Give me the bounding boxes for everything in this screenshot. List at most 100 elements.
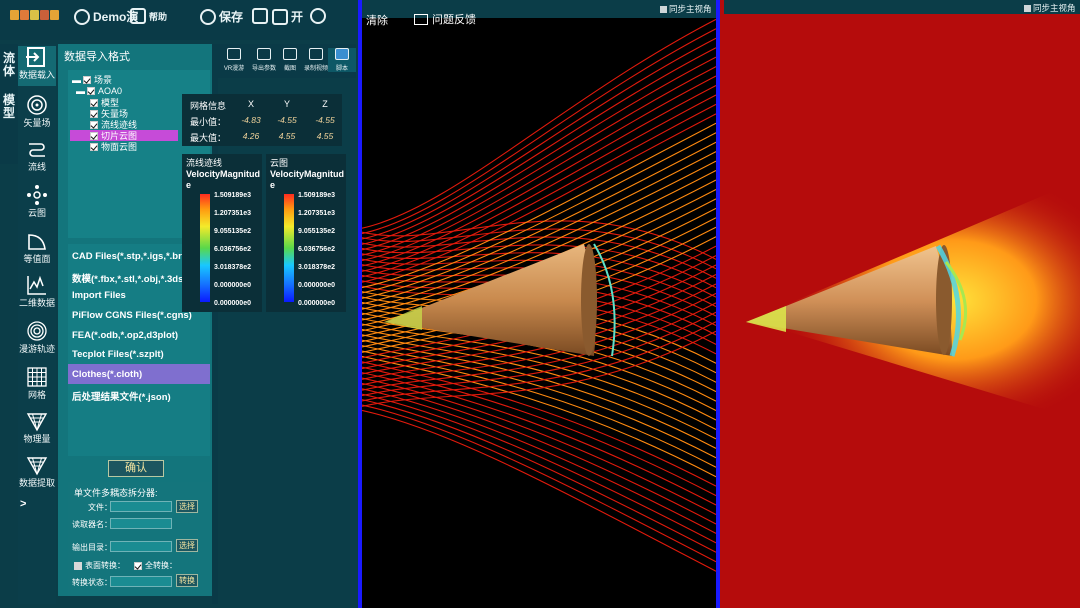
grid-info-title: 网格信息 <box>190 101 227 111</box>
reader-label: 读取器名： <box>72 520 112 529</box>
image-icon <box>283 48 297 60</box>
settings-button[interactable] <box>310 8 326 24</box>
nav-vector-field[interactable]: 矢量场 <box>18 94 56 129</box>
checkbox-icon[interactable] <box>90 98 98 107</box>
nav-isosurface[interactable]: 等值面 <box>18 230 56 265</box>
header-x: X <box>247 99 254 109</box>
extract-icon <box>26 457 48 476</box>
list-item[interactable]: Tecplot Files(*.szplt) <box>68 344 210 364</box>
tool-script[interactable]: 脚本 <box>328 48 356 72</box>
checkbox-empty-icon[interactable] <box>74 561 82 570</box>
video-icon <box>309 48 323 60</box>
legend-variable: VelocityMagnitude <box>186 169 261 190</box>
viewport2-toolbar: 同步主视角 <box>724 0 1080 14</box>
streamline-viewport[interactable] <box>358 0 720 608</box>
checkbox-icon[interactable] <box>87 86 95 95</box>
header-z: Z <box>322 99 328 109</box>
upload-cloud-icon <box>257 48 271 60</box>
list-item[interactable]: FEA(*.odb,*.op2,d3plot) <box>68 325 210 345</box>
cloud-viewport[interactable] <box>720 0 1080 608</box>
checkbox-empty-icon[interactable] <box>1024 4 1031 12</box>
demo-button[interactable]: Demo演 <box>74 8 138 25</box>
legend-value: 1.207351e3 <box>298 210 335 217</box>
tree-item-surface[interactable]: 物面云图 <box>90 141 137 152</box>
tool-record[interactable]: 录制视频 <box>302 48 330 72</box>
legend-variable: VelocityMagnitude <box>270 169 345 190</box>
streamline-render <box>362 18 716 572</box>
nav-cloud[interactable]: 云图 <box>18 184 56 219</box>
nav-data-import[interactable]: 数据载入 <box>18 46 56 86</box>
min-y: -4.55 <box>277 115 297 125</box>
convert-button[interactable]: 转换 <box>176 574 198 587</box>
tool-strip: VR漫游 导出参数 截图 录制视频 脚本 <box>218 44 356 78</box>
legend-title: 流线迹线 <box>186 158 223 168</box>
sync-view-toggle[interactable]: 同步主视角 <box>660 3 712 15</box>
file-input[interactable] <box>110 501 172 512</box>
checkbox-icon[interactable] <box>90 131 98 140</box>
full-option[interactable]: 全转换： <box>134 560 177 571</box>
nav-2d-data[interactable]: 二维数据 <box>18 274 56 309</box>
legend-value: 9.055135e2 <box>214 228 251 235</box>
tool-export[interactable]: 导出参数 <box>250 48 278 72</box>
checkbox-icon[interactable] <box>90 142 98 151</box>
surface-option[interactable]: 表面转换： <box>74 560 125 571</box>
checkbox-empty-icon[interactable] <box>660 5 667 13</box>
import-tb-button[interactable] <box>252 8 268 24</box>
legend-value: 6.036756e2 <box>298 246 335 253</box>
expand-arrow[interactable]: > <box>20 498 26 510</box>
save-icon <box>200 8 216 25</box>
legend-value: 0.000000e0 <box>214 300 251 307</box>
checkbox-icon[interactable] <box>134 561 142 570</box>
max-z: 4.55 <box>316 131 334 141</box>
2d-data-icon <box>27 275 46 295</box>
mesh-icon <box>27 367 47 387</box>
tree-root[interactable]: ▬ 场景 <box>72 74 112 86</box>
physics-icon <box>26 413 48 432</box>
min-label: 最小值： <box>190 117 227 127</box>
panel-title: 数据导入格式 <box>64 51 130 63</box>
select-file-button[interactable]: 选择 <box>176 500 198 513</box>
confirm-button[interactable]: 确认 <box>108 460 164 477</box>
left-tab-bar: 流体 模型 <box>0 44 18 164</box>
select-outdir-button[interactable]: 选择 <box>176 539 198 552</box>
clear-button[interactable]: 清除 <box>366 12 388 28</box>
import-icon <box>26 47 45 67</box>
outdir-input[interactable] <box>110 541 172 552</box>
tool-vr[interactable]: VR漫游 <box>220 48 248 72</box>
list-item-selected[interactable]: Clothes(*.cloth) <box>68 364 210 384</box>
nav-column: 数据载入 矢量场 流线 云图 等值面 二维数据 漫游轨迹 网格 物理量 数据提取… <box>18 44 56 604</box>
feedback-button[interactable]: 问题反馈 <box>414 11 476 27</box>
grid-info-panel: 网格信息 X Y Z 最小值： -4.83 -4.55 -4.55 最大值： 4… <box>182 94 342 146</box>
save-button[interactable]: 保存 <box>200 8 243 25</box>
reader-input[interactable] <box>110 518 172 529</box>
login-icon <box>252 8 268 24</box>
color-scale-bar <box>284 194 294 302</box>
tree-group[interactable]: ▬ AOA0 <box>76 85 122 96</box>
roaming-path-icon <box>27 321 47 341</box>
help-button[interactable]: 帮助 <box>130 8 167 24</box>
checkbox-icon[interactable] <box>83 75 91 84</box>
open-button[interactable]: 开 <box>272 8 303 25</box>
max-label: 最大值： <box>190 133 227 143</box>
nav-extract[interactable]: 数据提取 <box>18 454 56 489</box>
min-x: -4.83 <box>241 115 261 125</box>
contour-cloud-icon <box>27 185 47 205</box>
legend-value: 0.000000e0 <box>298 300 335 307</box>
cloud-legend: 云图 VelocityMagnitude 1.509189e3 1.207351… <box>266 154 346 312</box>
nav-streamline[interactable]: 流线 <box>18 140 56 173</box>
nav-mesh[interactable]: 网格 <box>18 366 56 401</box>
sync-view-toggle[interactable]: 同步主视角 <box>1024 2 1076 14</box>
legend-value: 9.055135e2 <box>298 228 335 235</box>
legend-value: 6.036756e2 <box>214 246 251 253</box>
list-item[interactable]: 后处理结果文件(*.json) <box>68 384 210 404</box>
legend-value: 0.000000e0 <box>298 282 335 289</box>
gear-icon <box>310 8 326 24</box>
checkbox-icon[interactable] <box>90 109 98 118</box>
isosurface-icon <box>28 234 46 250</box>
status-field <box>110 576 172 587</box>
nav-roaming[interactable]: 漫游轨迹 <box>18 320 56 355</box>
tool-screenshot[interactable]: 截图 <box>276 48 304 72</box>
checkbox-icon[interactable] <box>90 120 98 129</box>
nav-physics[interactable]: 物理量 <box>18 410 56 445</box>
splitter-section: 单文件多耦态拆分器: 文件： 选择 读取器名： 输出目录： 选择 表面转换： 全… <box>68 482 210 596</box>
